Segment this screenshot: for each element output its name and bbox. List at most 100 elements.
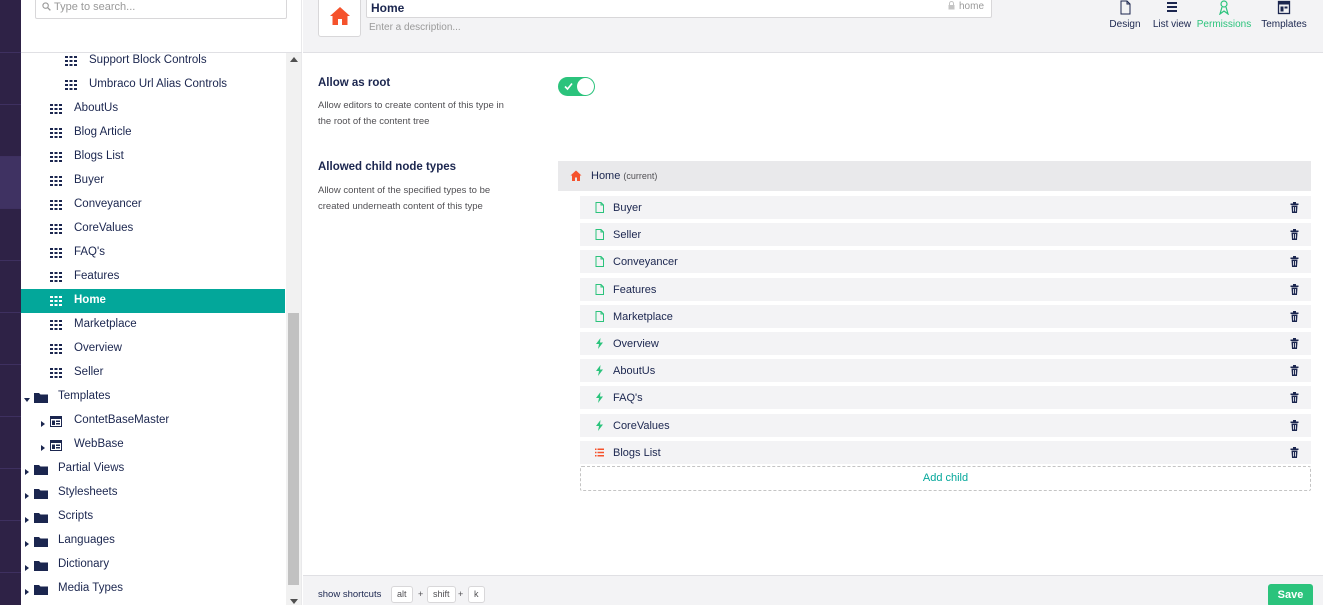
permissions-icon bbox=[1219, 0, 1229, 15]
tree-item-label: Marketplace bbox=[74, 318, 137, 330]
allowed-child-label: Overview bbox=[613, 338, 659, 350]
trash-icon[interactable] bbox=[1290, 310, 1299, 322]
allow-root-toggle[interactable] bbox=[558, 77, 595, 96]
trash-icon[interactable] bbox=[1290, 446, 1299, 458]
active-section-indicator[interactable] bbox=[0, 157, 21, 209]
tree-item-label: Languages bbox=[58, 534, 115, 546]
caret-down-icon[interactable] bbox=[24, 394, 30, 402]
folder-icon bbox=[34, 464, 48, 475]
toggle-knob bbox=[577, 78, 594, 95]
allowed-child-label: Features bbox=[613, 283, 657, 296]
content-type-icon-picker[interactable] bbox=[318, 0, 361, 37]
caret-right-icon[interactable] bbox=[24, 562, 30, 571]
caret-right-icon[interactable] bbox=[24, 538, 30, 547]
tree-item[interactable]: Languages bbox=[21, 529, 285, 553]
tree-item[interactable]: Overview bbox=[21, 337, 285, 361]
tree-item[interactable]: Scripts bbox=[21, 505, 285, 529]
tree-item-label: Blog Article bbox=[74, 126, 132, 138]
tree-item[interactable]: FAQ's bbox=[21, 241, 285, 265]
tab-templates[interactable]: Templates bbox=[1256, 0, 1312, 53]
tree-item[interactable]: Features bbox=[21, 265, 285, 289]
allowed-child-item: Overview bbox=[580, 332, 1311, 355]
trash-icon[interactable] bbox=[1290, 338, 1299, 349]
lightning-icon bbox=[595, 338, 604, 349]
shortcut-key-k: k bbox=[468, 586, 485, 603]
document-icon bbox=[595, 256, 604, 268]
allowed-child-item: AboutUs bbox=[580, 359, 1311, 383]
tree-item[interactable]: Umbraco Url Alias Controls bbox=[21, 73, 285, 97]
caret-right-icon[interactable] bbox=[40, 442, 46, 451]
search-input[interactable] bbox=[54, 0, 279, 15]
document-icon bbox=[595, 283, 604, 295]
tree-item-label: Seller bbox=[74, 366, 104, 378]
tree-item-label: Partial Views bbox=[58, 462, 125, 474]
tree-item[interactable]: Support Block Controls bbox=[21, 49, 285, 73]
grid-icon bbox=[50, 176, 62, 186]
tree-item[interactable]: Home bbox=[21, 289, 285, 313]
tree-item-label: Buyer bbox=[74, 174, 105, 186]
trash-icon[interactable] bbox=[1290, 256, 1299, 268]
shortcuts-label[interactable]: show shortcuts bbox=[318, 589, 381, 600]
tree-item[interactable]: CoreValues bbox=[21, 217, 285, 241]
add-child-button[interactable]: Add child bbox=[580, 466, 1311, 491]
tree-item-label: Dictionary bbox=[58, 558, 110, 570]
check-icon bbox=[564, 82, 573, 91]
trash-icon[interactable] bbox=[1290, 202, 1299, 213]
lightning-icon bbox=[595, 392, 604, 404]
caret-right-icon[interactable] bbox=[40, 418, 46, 427]
tree-item[interactable]: Conveyancer bbox=[21, 193, 285, 217]
tree-item[interactable]: Templates bbox=[21, 385, 285, 409]
grid-icon bbox=[50, 224, 62, 234]
tree-item[interactable]: Partial Views bbox=[21, 457, 285, 481]
description-field[interactable]: Enter a description... bbox=[369, 22, 461, 33]
scroll-thumb[interactable] bbox=[288, 313, 299, 585]
search-icon bbox=[42, 2, 51, 11]
template-icon bbox=[50, 416, 62, 427]
tree-item[interactable]: Dictionary bbox=[21, 553, 285, 577]
tree-item-label: Home bbox=[74, 294, 106, 306]
scroll-down-arrow[interactable] bbox=[290, 599, 298, 604]
permissions-content: Allow as root Allow editors to create co… bbox=[303, 53, 1323, 575]
tree-item[interactable]: Marketplace bbox=[21, 313, 285, 337]
caret-right-icon[interactable] bbox=[24, 586, 30, 595]
lock-icon[interactable] bbox=[948, 1, 955, 10]
tab-design[interactable]: Design bbox=[1102, 0, 1148, 53]
trash-icon[interactable] bbox=[1290, 392, 1299, 404]
document-icon bbox=[1120, 0, 1131, 15]
trash-icon[interactable] bbox=[1290, 229, 1299, 241]
tab-list-view[interactable]: List view bbox=[1150, 0, 1194, 53]
content-type-name[interactable]: Home bbox=[371, 1, 404, 15]
grid-icon bbox=[50, 128, 62, 138]
caret-right-icon[interactable] bbox=[24, 514, 30, 523]
tab-permissions[interactable]: Permissions bbox=[1196, 0, 1252, 53]
grid-icon bbox=[50, 200, 62, 210]
tree-item[interactable]: Stylesheets bbox=[21, 481, 285, 505]
tree-item[interactable]: WebBase bbox=[21, 433, 285, 457]
alias-text: home bbox=[958, 1, 984, 12]
allowed-child-item: CoreValues bbox=[580, 413, 1311, 437]
trash-icon[interactable] bbox=[1290, 365, 1299, 377]
tree-item[interactable]: Media Types bbox=[21, 577, 285, 601]
tree-search-box[interactable] bbox=[35, 0, 287, 19]
tree-item[interactable]: AboutUs bbox=[21, 97, 285, 121]
save-button[interactable]: Save bbox=[1268, 584, 1313, 605]
trash-icon[interactable] bbox=[1290, 283, 1299, 295]
tree-item[interactable]: Seller bbox=[21, 361, 285, 385]
tree-item-label: Scripts bbox=[58, 510, 94, 522]
trash-icon[interactable] bbox=[1290, 419, 1299, 431]
scroll-up-arrow[interactable] bbox=[290, 57, 298, 62]
grid-icon bbox=[50, 248, 62, 258]
caret-right-icon[interactable] bbox=[24, 466, 30, 475]
tree-item[interactable]: Blogs List bbox=[21, 145, 285, 169]
name-field[interactable]: Home home bbox=[366, 0, 992, 18]
folder-icon bbox=[34, 584, 48, 595]
tree-scrollbar[interactable] bbox=[286, 53, 301, 605]
document-icon bbox=[595, 310, 604, 322]
caret-right-icon[interactable] bbox=[24, 490, 30, 499]
tree-item[interactable]: ContetBaseMaster bbox=[21, 409, 285, 433]
document-icon bbox=[595, 229, 604, 241]
tree-item-label: WebBase bbox=[74, 438, 124, 450]
tree-item[interactable]: Buyer bbox=[21, 169, 285, 193]
allowed-child-label: Conveyancer bbox=[613, 256, 678, 269]
tree-item[interactable]: Blog Article bbox=[21, 121, 285, 145]
